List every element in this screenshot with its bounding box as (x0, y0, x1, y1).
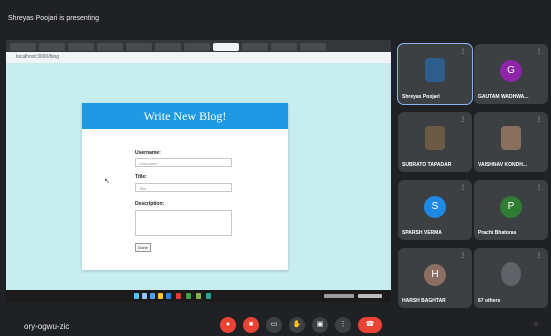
participant-tile[interactable]: S ⋮ SPARSH VERMA (398, 180, 472, 240)
app-icon[interactable] (176, 293, 181, 299)
submit-button[interactable]: Done (135, 243, 151, 252)
tile-menu-icon[interactable]: ⋮ (460, 116, 466, 123)
tile-menu-icon[interactable]: ⋮ (536, 116, 542, 123)
participant-tile[interactable]: ⋮ Shreyas Poojari (397, 43, 473, 105)
participant-tile[interactable]: P ⋮ Prachi Bhatoras (474, 180, 548, 240)
browser-tab-active[interactable] (213, 43, 239, 51)
app-icon[interactable] (150, 293, 155, 299)
participant-name: SUBRATO TAPADAR (402, 162, 452, 168)
browser-address-bar[interactable]: localhost:3000/blog (6, 52, 391, 63)
username-label: Username: (135, 150, 161, 156)
browser-tab[interactable] (10, 43, 36, 51)
browser-tab[interactable] (126, 43, 152, 51)
avatar: P (500, 196, 522, 218)
web-page: Write New Blog! Username: Username Title… (6, 63, 391, 290)
description-label: Description: (135, 201, 165, 207)
participant-tile[interactable]: H ⋮ HARSH BAGHTAR (398, 248, 472, 308)
vscode-icon[interactable] (206, 293, 211, 299)
participant-name: GAUTAM WADHWA... (478, 94, 529, 100)
app-icon[interactable] (196, 293, 201, 299)
chat-icon[interactable]: ◌ (528, 317, 544, 333)
others-avatar (501, 262, 521, 286)
captions-icon[interactable]: ▭ (266, 317, 282, 333)
card-header: Write New Blog! (82, 103, 288, 129)
more-icon[interactable]: ⋮ (335, 317, 351, 333)
description-textarea[interactable] (135, 210, 232, 236)
participant-tile[interactable]: ⋮ 67 others (474, 248, 548, 308)
browser-tab-strip (6, 40, 391, 52)
participant-tile[interactable]: ⋮ SUBRATO TAPADAR (398, 112, 472, 172)
tile-menu-icon[interactable]: ⋮ (460, 252, 466, 259)
participant-name: Prachi Bhatoras (478, 230, 517, 236)
search-icon[interactable] (142, 293, 147, 299)
avatar: G (500, 60, 522, 82)
username-input[interactable]: Username (135, 158, 232, 167)
participant-name: HARSH BAGHTAR (402, 298, 446, 304)
avatar: H (424, 264, 446, 286)
participant-name: 67 others (478, 298, 501, 304)
tile-menu-icon[interactable]: ⋮ (460, 48, 466, 55)
folder-icon[interactable] (158, 293, 163, 299)
mic-off-icon[interactable]: ● (220, 317, 236, 333)
participant-tile[interactable]: G ⋮ GAUTAM WADHWA... (474, 44, 548, 104)
address-text: localhost:3000/blog (16, 54, 60, 60)
tile-menu-icon[interactable]: ⋮ (536, 48, 542, 55)
participant-tile[interactable]: ⋮ VAISHNAV KONDH... (474, 112, 548, 172)
browser-tab[interactable] (155, 43, 181, 51)
title-input[interactable]: Title (135, 183, 232, 192)
browser-tab[interactable] (271, 43, 297, 51)
browser-tab[interactable] (184, 43, 210, 51)
camera-off-icon[interactable]: ■ (243, 317, 259, 333)
tile-menu-icon[interactable]: ⋮ (536, 252, 542, 259)
presenter-bar: Shreyas Poojari is presenting (0, 12, 551, 32)
browser-tab[interactable] (68, 43, 94, 51)
os-taskbar (6, 290, 391, 302)
windows-start-icon[interactable] (134, 293, 139, 299)
present-icon[interactable]: ▣ (312, 317, 328, 333)
app-icon[interactable] (166, 293, 171, 299)
mouse-cursor-icon: ↖ (104, 178, 110, 185)
tile-menu-icon[interactable]: ⋮ (536, 184, 542, 191)
avatar (425, 58, 445, 82)
browser-tab[interactable] (242, 43, 268, 51)
avatar (501, 126, 521, 150)
meeting-code: ory-ogwu-zic (24, 322, 70, 331)
participant-name: Shreyas Poojari (402, 94, 440, 100)
raise-hand-icon[interactable]: ✋ (289, 317, 305, 333)
chrome-icon[interactable] (186, 293, 191, 299)
meeting-controls: ory-ogwu-zic ● ■ ▭ ✋ ▣ ⋮ ☎ ◌ (0, 313, 551, 336)
page-title: Write New Blog! (143, 109, 227, 123)
browser-tab[interactable] (97, 43, 123, 51)
title-label: Title: (135, 174, 147, 180)
browser-tab[interactable] (39, 43, 65, 51)
clock (358, 294, 382, 298)
system-tray (324, 294, 354, 298)
avatar: S (424, 196, 446, 218)
participant-name: SPARSH VERMA (402, 230, 442, 236)
tile-menu-icon[interactable]: ⋮ (460, 184, 466, 191)
hangup-icon[interactable]: ☎ (358, 317, 382, 333)
browser-tab[interactable] (300, 43, 326, 51)
shared-screen: localhost:3000/blog Write New Blog! User… (6, 40, 391, 302)
avatar (425, 126, 445, 150)
blog-form-card: Write New Blog! Username: Username Title… (82, 103, 288, 270)
participant-name: VAISHNAV KONDH... (478, 162, 527, 168)
presenting-label: Shreyas Poojari is presenting (8, 15, 100, 22)
